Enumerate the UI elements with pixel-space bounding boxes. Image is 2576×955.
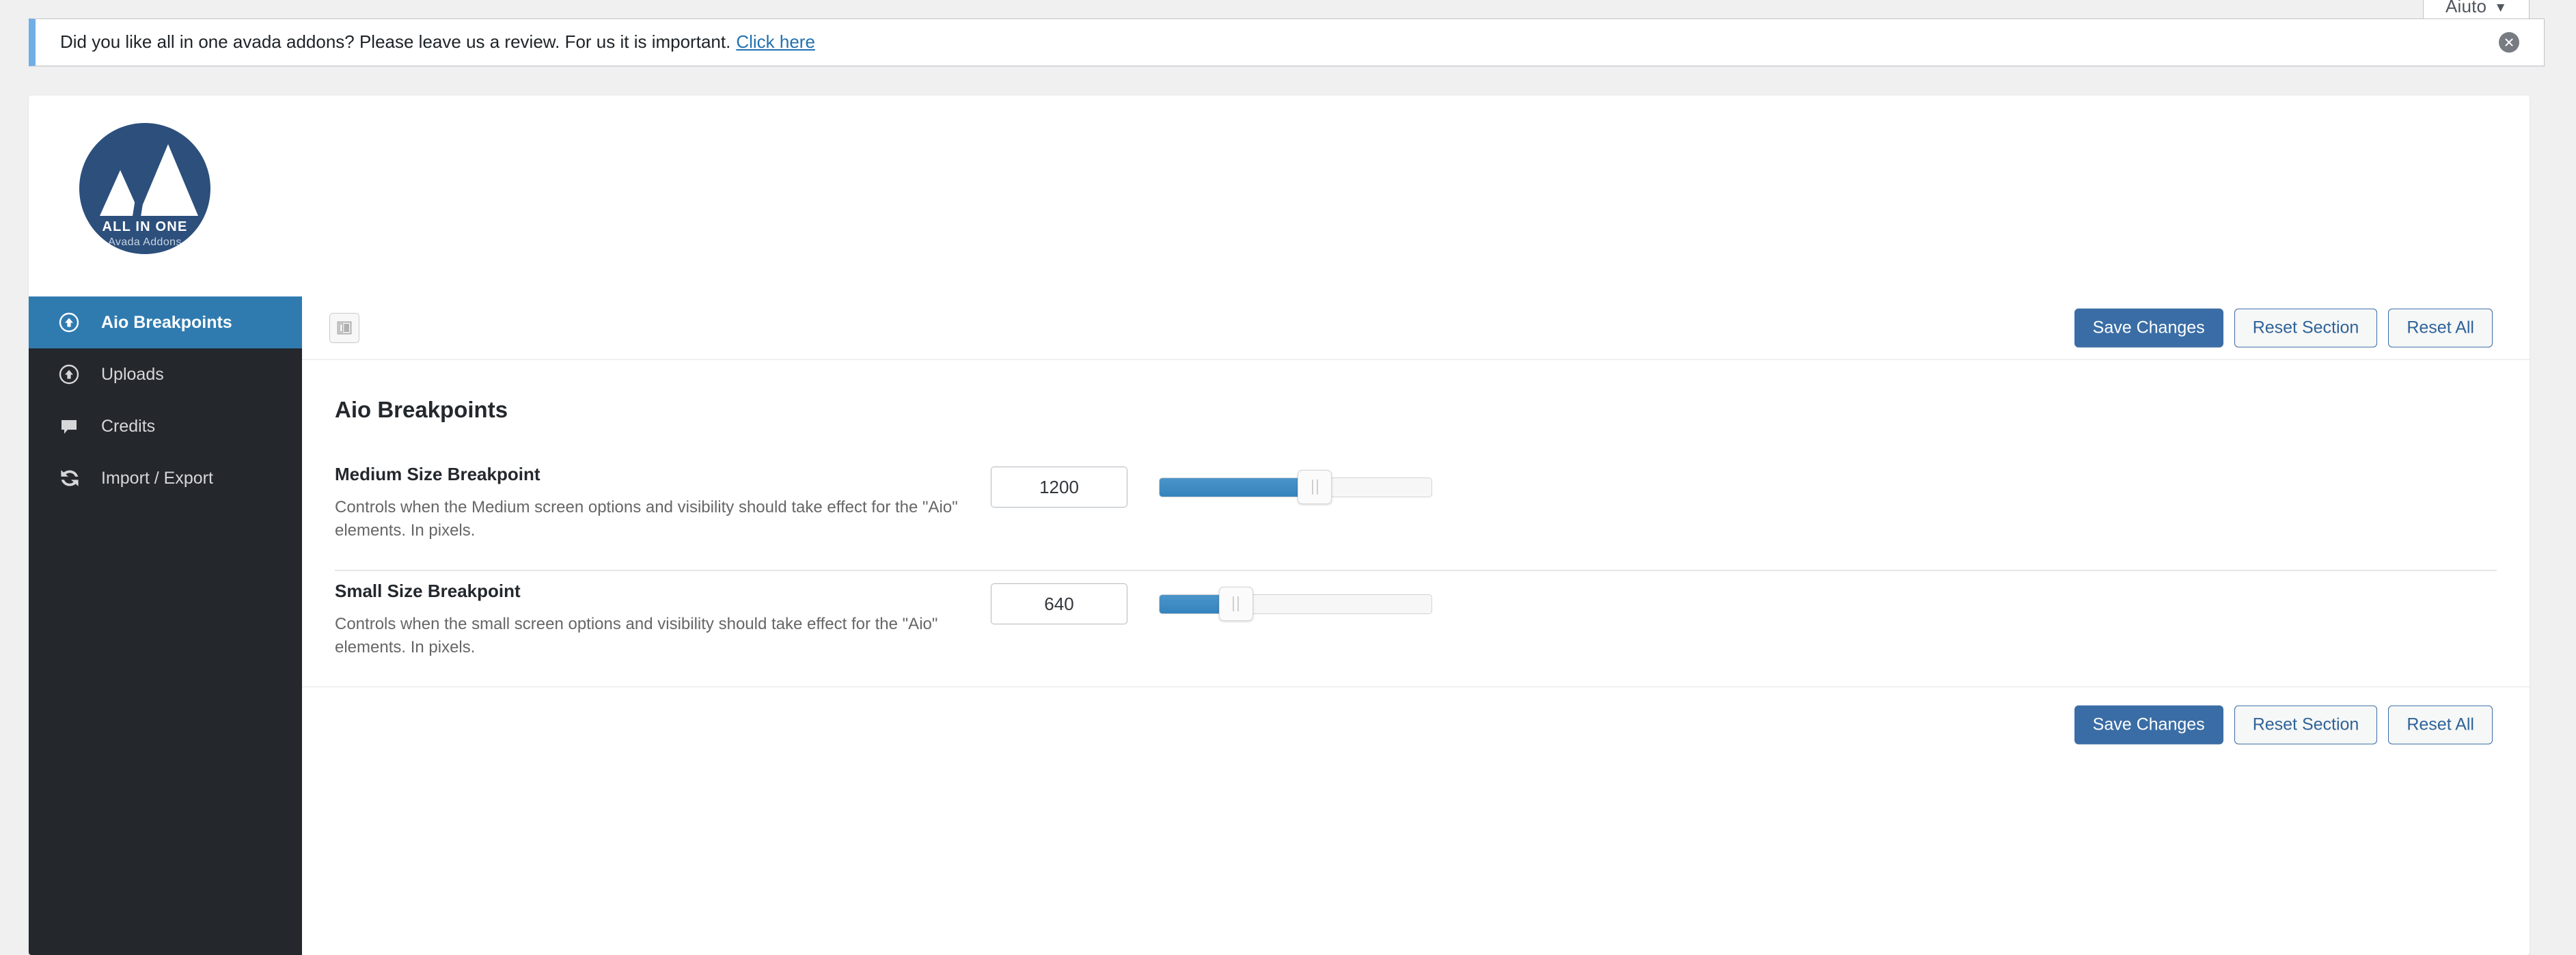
sidebar-item-aio-breakpoints[interactable]: Aio Breakpoints bbox=[29, 296, 302, 348]
help-tab[interactable]: Aiuto ▼ bbox=[2423, 0, 2530, 20]
avada-addons-logo: ALL IN ONE Avada Addons bbox=[79, 123, 210, 254]
sidebar-item-label: Import / Export bbox=[101, 468, 213, 488]
save-changes-button[interactable]: Save Changes bbox=[2074, 308, 2223, 348]
help-tab-label: Aiuto bbox=[2445, 0, 2487, 16]
reset-all-button[interactable]: Reset All bbox=[2388, 308, 2493, 348]
slider-fill bbox=[1160, 478, 1315, 497]
grip-line bbox=[1311, 480, 1313, 495]
arrow-up-circle-icon bbox=[59, 364, 89, 385]
medium-breakpoint-input[interactable] bbox=[991, 467, 1127, 508]
section-aio-breakpoints: Aio Breakpoints Medium Size Breakpoint C… bbox=[302, 397, 2530, 687]
arrow-up-circle-icon bbox=[59, 312, 89, 333]
sidebar-item-uploads[interactable]: Uploads bbox=[29, 348, 302, 400]
panel-body: Aio Breakpoints Uploads Credits Import /… bbox=[29, 296, 2530, 955]
close-circle-icon[interactable] bbox=[2499, 32, 2519, 53]
reset-section-button-footer[interactable]: Reset Section bbox=[2234, 705, 2378, 745]
grip-line bbox=[1237, 596, 1239, 612]
slider-handle[interactable] bbox=[1218, 587, 1253, 622]
page-title: Aio Breakpoints bbox=[335, 397, 508, 422]
notice-message: Did you like all in one avada addons? Pl… bbox=[60, 31, 731, 53]
field-description: Controls when the Medium screen options … bbox=[335, 498, 958, 540]
comment-icon bbox=[59, 416, 89, 437]
review-notice: Did you like all in one avada addons? Pl… bbox=[29, 18, 2545, 66]
field-title: Medium Size Breakpoint bbox=[335, 464, 540, 484]
settings-panel: ALL IN ONE Avada Addons Version 1.2.0 Ai… bbox=[29, 96, 2530, 955]
field-row-small-breakpoint: Small Size Breakpoint Controls when the … bbox=[335, 571, 2497, 687]
medium-breakpoint-slider[interactable] bbox=[1159, 467, 1432, 508]
field-control-group bbox=[991, 581, 1432, 625]
field-title: Small Size Breakpoint bbox=[335, 581, 521, 602]
panel-header: ALL IN ONE Avada Addons Version 1.2.0 bbox=[29, 96, 2530, 358]
logo-peak-large bbox=[138, 144, 198, 216]
logo-circle: ALL IN ONE Avada Addons bbox=[79, 123, 210, 254]
sidebar-item-import-export[interactable]: Import / Export bbox=[29, 452, 302, 504]
reset-all-button-footer[interactable]: Reset All bbox=[2388, 705, 2493, 745]
chevron-down-icon: ▼ bbox=[2494, 1, 2508, 15]
main-content: Save Changes Reset Section Reset All Aio… bbox=[302, 296, 2530, 955]
reset-section-button[interactable]: Reset Section bbox=[2234, 308, 2378, 348]
field-row-medium-breakpoint: Medium Size Breakpoint Controls when the… bbox=[335, 454, 2497, 572]
grip-line bbox=[1233, 596, 1234, 612]
logo-title: ALL IN ONE bbox=[102, 219, 188, 234]
footer-buttons: Save Changes Reset Section Reset All bbox=[2074, 705, 2493, 745]
field-description: Controls when the small screen options a… bbox=[335, 615, 938, 657]
slider-handle[interactable] bbox=[1298, 470, 1332, 504]
field-label-group: Medium Size Breakpoint Controls when the… bbox=[335, 464, 991, 542]
field-label-group: Small Size Breakpoint Controls when the … bbox=[335, 581, 991, 659]
small-breakpoint-slider[interactable] bbox=[1159, 583, 1432, 624]
panel-footer: Save Changes Reset Section Reset All bbox=[302, 687, 2530, 762]
expand-panel-icon[interactable] bbox=[329, 313, 359, 343]
sidebar: Aio Breakpoints Uploads Credits Import /… bbox=[29, 296, 302, 955]
sidebar-item-label: Aio Breakpoints bbox=[101, 312, 232, 332]
notice-text: Did you like all in one avada addons? Pl… bbox=[60, 31, 815, 54]
toolbar-buttons: Save Changes Reset Section Reset All bbox=[2074, 308, 2493, 348]
sidebar-item-label: Uploads bbox=[101, 364, 164, 384]
notice-link[interactable]: Click here bbox=[736, 31, 815, 52]
sidebar-item-credits[interactable]: Credits bbox=[29, 400, 302, 452]
field-control-group bbox=[991, 464, 1432, 508]
small-breakpoint-input[interactable] bbox=[991, 583, 1127, 625]
top-toolbar: Save Changes Reset Section Reset All bbox=[302, 296, 2530, 360]
fields-table: Medium Size Breakpoint Controls when the… bbox=[335, 454, 2497, 687]
sync-arrows-icon bbox=[59, 468, 89, 488]
sidebar-item-label: Credits bbox=[101, 416, 156, 436]
save-changes-button-footer[interactable]: Save Changes bbox=[2074, 705, 2223, 745]
grip-line bbox=[1316, 480, 1318, 495]
logo-subtitle: Avada Addons bbox=[108, 236, 182, 248]
